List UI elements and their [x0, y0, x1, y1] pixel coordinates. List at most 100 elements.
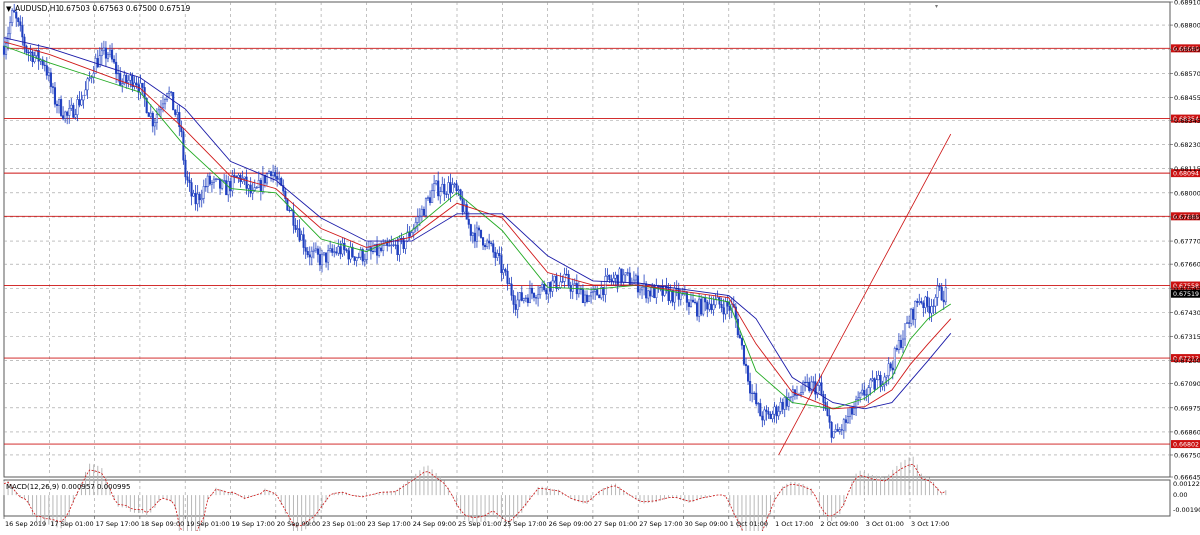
candle-body — [857, 397, 860, 400]
candle-body — [630, 283, 633, 285]
candle-body — [861, 389, 864, 394]
candle-body — [269, 171, 273, 176]
price-tick-label: 0.67885 — [1174, 213, 1200, 221]
candle-body — [795, 394, 799, 396]
scroll-shift-marker-icon[interactable]: ▾ — [935, 3, 938, 10]
candle-body — [439, 191, 442, 197]
candle-body — [274, 172, 277, 177]
candle-body — [212, 178, 216, 183]
candle-body — [329, 248, 332, 251]
candle-body — [751, 392, 754, 394]
candle-body — [259, 180, 262, 192]
candle-body — [916, 300, 919, 303]
candle-body — [551, 280, 554, 292]
candle-body — [455, 183, 458, 192]
macd-label: MACD(12,26,9) 0.000957 0.000995 — [6, 483, 130, 491]
candle-body — [210, 182, 213, 185]
candle-body — [850, 407, 854, 415]
candle-body — [451, 184, 454, 193]
macd-tick-zero: 0.00 — [1173, 491, 1187, 499]
candle-body — [378, 247, 381, 256]
candle-body — [700, 298, 703, 315]
candle-body — [392, 244, 395, 246]
candle-body — [537, 294, 540, 299]
candle-body — [573, 283, 576, 286]
candle-body — [182, 131, 185, 161]
candle-body — [4, 43, 8, 55]
candle-body — [755, 392, 758, 405]
candle-body — [922, 302, 925, 308]
candle-body — [859, 392, 862, 399]
candle-body — [243, 176, 246, 179]
candle-body — [541, 284, 544, 288]
price-tick-label: 0.67770 — [1174, 238, 1200, 246]
candle-body — [924, 296, 927, 308]
candle-body — [812, 381, 815, 383]
candle-body — [620, 268, 623, 283]
candle-body — [912, 308, 915, 320]
candle-body — [47, 72, 50, 76]
candle-body — [508, 283, 511, 285]
candle-body — [740, 337, 743, 346]
candle-body — [614, 274, 617, 279]
candle-body — [691, 299, 695, 303]
candle-body — [649, 290, 652, 297]
candle-body — [899, 340, 902, 348]
candle-body — [771, 413, 774, 420]
candle-body — [437, 180, 440, 197]
candle-body — [49, 72, 52, 87]
candle-body — [800, 392, 803, 395]
time-tick-label: 18 Sep 09:00 — [141, 520, 184, 528]
candle-body — [9, 22, 12, 35]
candle-body — [938, 285, 941, 288]
time-tick-label: 16 Sep 2019 — [5, 520, 46, 528]
candle-body — [928, 306, 931, 314]
candle-body — [459, 189, 462, 200]
price-tick-label: 0.67200 — [1174, 357, 1200, 365]
candle-body — [351, 246, 354, 257]
price-axis: 0.68910 0.68800 0.68685 0.68570 0.68455 0.683… — [1170, 0, 1200, 482]
candle-body — [214, 178, 218, 180]
candle-body — [636, 275, 640, 293]
candle-body — [789, 396, 792, 398]
candle-body — [897, 340, 900, 350]
candle-body — [312, 249, 315, 252]
candle-body — [62, 115, 65, 119]
candle-body — [60, 99, 63, 116]
candle-body — [147, 112, 150, 117]
time-tick-label: 19 Sep 01:00 — [186, 520, 229, 528]
symbol-menu-icon[interactable]: ▼ — [6, 5, 12, 13]
candle-body — [394, 244, 397, 246]
candle-body — [765, 409, 768, 412]
candle-body — [775, 406, 778, 417]
price-chart[interactable]: 0.686890.683540.680940.678880.675580.672… — [0, 0, 1200, 535]
candle-body — [543, 284, 546, 291]
time-tick-label: 2 Oct 09:00 — [820, 520, 858, 528]
chart-window: 0.68689 0.68354 0.68094 0.67888 0.67558 0.672… — [0, 0, 1200, 535]
candle-body — [806, 381, 809, 383]
candle-body — [791, 389, 794, 397]
candle-body — [276, 176, 279, 180]
candle-body — [245, 176, 248, 189]
candle-body — [908, 322, 911, 324]
candle-body — [777, 411, 780, 417]
candle-body — [598, 294, 601, 299]
candle-body — [808, 381, 811, 391]
candle-body — [490, 242, 493, 244]
candle-body — [198, 193, 201, 201]
candle-body — [453, 183, 456, 185]
candle-body — [671, 290, 674, 303]
candle-body — [104, 47, 107, 59]
candle-body — [353, 256, 356, 261]
candle-body — [121, 83, 124, 86]
price-tick-label: 0.67090 — [1174, 380, 1200, 388]
candle-body — [604, 276, 607, 295]
candle-body — [100, 50, 103, 56]
candle-body — [184, 159, 187, 178]
candle-body — [125, 74, 128, 83]
candle-body — [634, 275, 637, 281]
candle-body — [726, 301, 729, 307]
candle-body — [298, 228, 301, 241]
candle-body — [194, 193, 197, 205]
candle-body — [534, 297, 538, 299]
